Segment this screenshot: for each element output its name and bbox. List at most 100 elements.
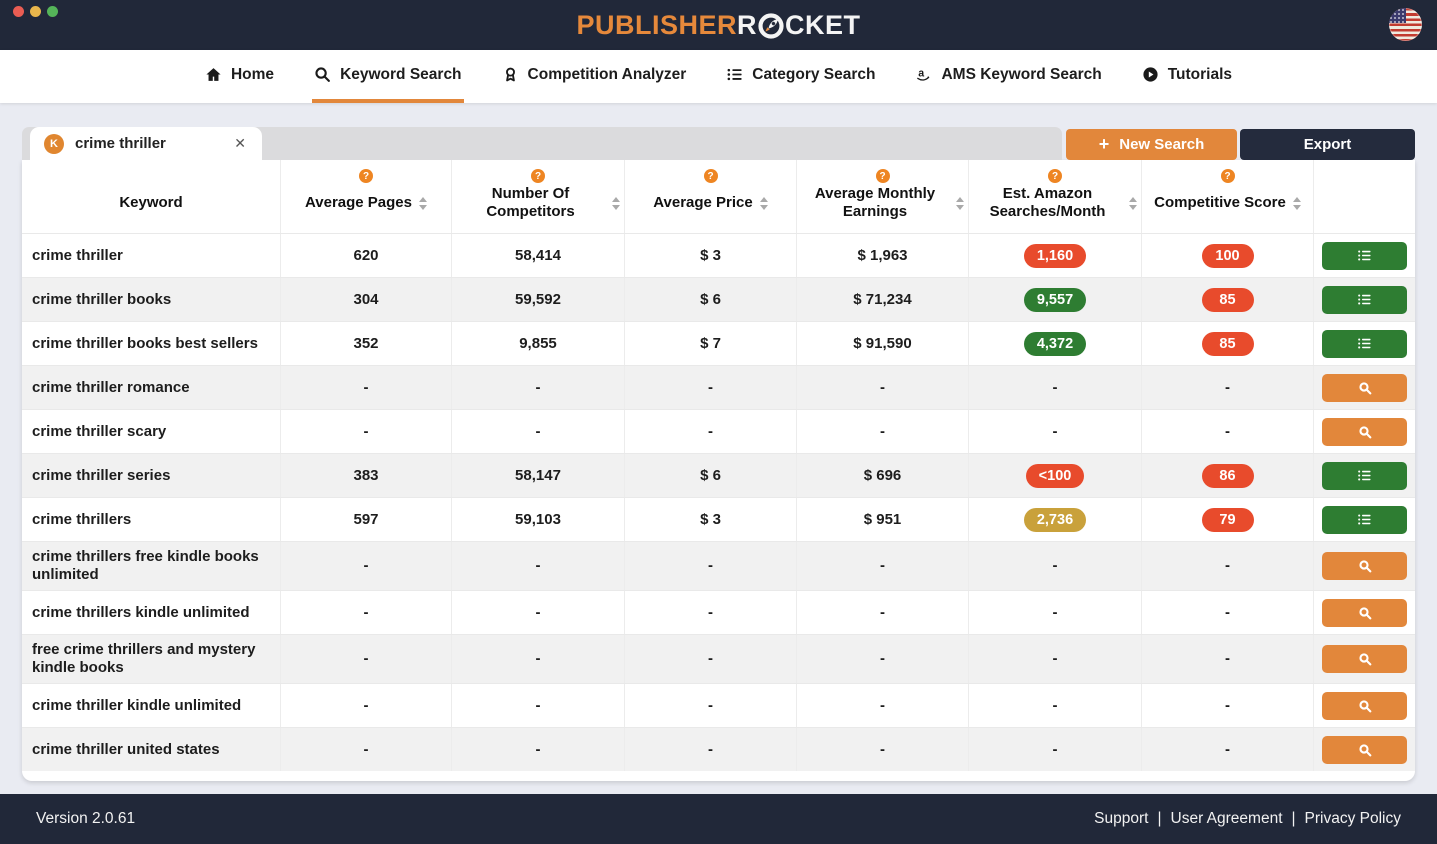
- average-pages-cell: 597: [280, 498, 451, 541]
- tab-crime-thriller[interactable]: K crime thriller ✕: [30, 127, 262, 160]
- column-header-average-price[interactable]: ? Average Price: [624, 160, 796, 233]
- nav-item-label: Competition Analyzer: [527, 65, 687, 83]
- help-icon[interactable]: ?: [359, 169, 373, 183]
- nav-item-ams-keyword-search[interactable]: a AMS Keyword Search: [913, 50, 1103, 103]
- keyword-cell: crime thriller books: [32, 290, 172, 308]
- toolbar: K crime thriller ✕ + New Search Export: [22, 127, 1415, 160]
- competitors-list-button[interactable]: [1322, 241, 1407, 270]
- keyword-cell: free crime thrillers and mystery kindle …: [32, 641, 256, 676]
- action-cell: [1313, 366, 1415, 409]
- run-search-button[interactable]: [1322, 691, 1407, 720]
- column-header-average-pages[interactable]: ? Average Pages: [280, 160, 451, 233]
- monthly-earnings-cell: -: [796, 542, 968, 590]
- column-header-keyword: Keyword: [22, 160, 280, 233]
- column-label: Keyword: [119, 194, 183, 211]
- competitive-score-cell: -: [1141, 635, 1313, 683]
- column-header-est-amazon-searches-month[interactable]: ? Est. Amazon Searches/Month: [968, 160, 1141, 233]
- keyword-results-table: Keyword ? Average Pages? Number Of Competit…: [22, 160, 1415, 781]
- competitive-score-badge: 79: [1201, 507, 1254, 532]
- rocket-o-icon: [758, 13, 784, 39]
- run-search-button[interactable]: [1322, 645, 1407, 673]
- table-row: crime thriller 620 58,414 $ 3 $ 1,963 1,160 10…: [22, 233, 1415, 277]
- table-header-row: Keyword ? Average Pages? Number Of Competit…: [22, 160, 1415, 233]
- us-flag-language-icon[interactable]: [1389, 8, 1422, 41]
- searches-per-month-cell: -: [968, 684, 1141, 727]
- run-search-button[interactable]: [1322, 373, 1407, 402]
- nav-item-label: Home: [230, 65, 275, 83]
- amazon-icon: a: [915, 66, 932, 83]
- keyword-tab-badge: K: [44, 133, 64, 154]
- column-header-average-monthly-earnings[interactable]: ? Average Monthly Earnings: [796, 160, 968, 233]
- table-body: crime thriller 620 58,414 $ 3 $ 1,963 1,160 10…: [22, 233, 1415, 771]
- competitors-cell: 58,414: [451, 234, 624, 277]
- column-header-actions: [1313, 160, 1415, 233]
- footer-links: Support | User Agreement | Privacy Policy: [1094, 810, 1401, 828]
- column-header-competitive-score[interactable]: ? Competitive Score: [1141, 160, 1313, 233]
- sort-icon[interactable]: [612, 196, 620, 210]
- action-cell: [1313, 278, 1415, 321]
- help-icon[interactable]: ?: [531, 169, 545, 183]
- average-pages-cell: -: [280, 591, 451, 634]
- nav-item-tutorials[interactable]: Tutorials: [1140, 50, 1234, 103]
- competitors-cell: -: [451, 366, 624, 409]
- sort-icon[interactable]: [1292, 196, 1301, 210]
- action-cell: [1313, 234, 1415, 277]
- table-row: crime thriller books best sellers 352 9,85…: [22, 321, 1415, 365]
- average-price-cell: $ 3: [624, 234, 796, 277]
- competitors-list-button[interactable]: [1322, 505, 1407, 534]
- searches-per-month-cell: 2,736: [968, 498, 1141, 541]
- searches-per-month-cell: 9,557: [968, 278, 1141, 321]
- column-label: Number Of Competitors: [486, 185, 575, 220]
- column-header-number-of-competitors[interactable]: ? Number Of Competitors: [451, 160, 624, 233]
- run-search-button[interactable]: [1322, 417, 1407, 446]
- run-search-button[interactable]: [1322, 552, 1407, 580]
- footer-link-privacy-policy[interactable]: Privacy Policy: [1305, 810, 1401, 828]
- competitive-score-badge: 86: [1201, 463, 1254, 488]
- nav-item-home[interactable]: Home: [203, 50, 276, 103]
- action-cell: [1313, 635, 1415, 683]
- close-window-button[interactable]: [13, 6, 24, 17]
- average-pages-cell: 352: [280, 322, 451, 365]
- action-cell: [1313, 322, 1415, 365]
- help-icon[interactable]: ?: [1220, 169, 1235, 183]
- help-icon[interactable]: ?: [875, 169, 890, 183]
- monthly-earnings-cell: $ 696: [796, 454, 968, 497]
- help-icon[interactable]: ?: [703, 169, 718, 183]
- competitive-score-badge: 100: [1201, 243, 1254, 268]
- monthly-earnings-cell: $ 71,234: [796, 278, 968, 321]
- monthly-earnings-cell: -: [796, 410, 968, 453]
- competitors-cell: -: [451, 684, 624, 727]
- average-price-cell: -: [624, 635, 796, 683]
- nav-item-label: Keyword Search: [340, 65, 462, 83]
- average-price-cell: $ 6: [624, 278, 796, 321]
- sort-icon[interactable]: [1129, 196, 1137, 210]
- sort-icon[interactable]: [759, 196, 768, 210]
- minimize-window-button[interactable]: [30, 6, 41, 17]
- publisher-rocket-logo: PUBLISHER R CKET: [576, 11, 860, 39]
- footer-separator: |: [1291, 810, 1296, 827]
- tab-label: crime thriller: [75, 135, 166, 152]
- nav-item-competition-analyzer[interactable]: Competition Analyzer: [500, 50, 689, 103]
- help-icon[interactable]: ?: [1048, 169, 1062, 183]
- nav-item-keyword-search[interactable]: Keyword Search: [312, 50, 464, 103]
- nav-item-category-search[interactable]: Category Search: [724, 50, 877, 103]
- plus-icon: +: [1098, 133, 1110, 154]
- searches-per-month-cell: 1,160: [968, 234, 1141, 277]
- competitors-list-button[interactable]: [1322, 329, 1407, 358]
- column-label: Average Price: [653, 194, 753, 211]
- new-search-button[interactable]: + New Search: [1066, 129, 1237, 160]
- footer-link-support[interactable]: Support: [1094, 810, 1148, 828]
- zoom-window-button[interactable]: [47, 6, 58, 17]
- search-icon: [314, 66, 331, 83]
- footer-link-user-agreement[interactable]: User Agreement: [1171, 810, 1283, 828]
- average-price-cell: -: [624, 728, 796, 771]
- run-search-button[interactable]: [1322, 598, 1407, 627]
- export-button[interactable]: Export: [1240, 129, 1415, 160]
- run-search-button[interactable]: [1322, 735, 1407, 764]
- competitors-list-button[interactable]: [1322, 285, 1407, 314]
- content-area: K crime thriller ✕ + New Search Export K…: [0, 103, 1437, 794]
- close-tab-icon[interactable]: ✕: [232, 133, 248, 154]
- competitors-list-button[interactable]: [1322, 461, 1407, 490]
- sort-icon[interactable]: [419, 196, 427, 210]
- sort-icon[interactable]: [956, 196, 964, 210]
